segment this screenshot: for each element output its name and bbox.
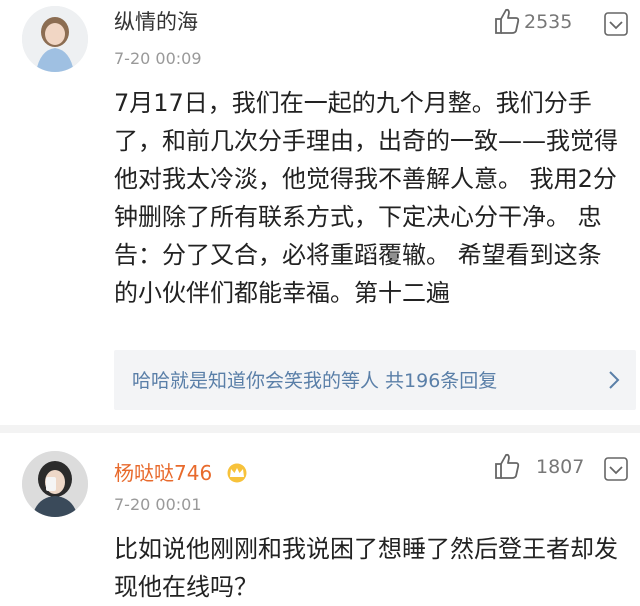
comment-divider [0, 425, 640, 433]
comment-item: 杨哒哒746 7-20 00:01 1807 比如说他刚刚和我说困了想睡了然后登… [0, 433, 640, 603]
dropdown-chevron-icon [604, 457, 628, 485]
avatar[interactable] [22, 6, 88, 72]
thumbs-up-icon [494, 7, 520, 39]
more-options-button[interactable] [604, 457, 628, 485]
dropdown-chevron-icon [604, 12, 628, 40]
chevron-right-icon [608, 370, 620, 394]
thumbs-up-icon [494, 452, 520, 484]
timestamp: 7-20 00:01 [114, 495, 202, 514]
comment-item: 纵情的海 7-20 00:09 2535 7月17日，我们在一起的九个月整。我们… [0, 0, 640, 425]
username-text: 杨哒哒746 [114, 461, 213, 485]
timestamp: 7-20 00:09 [114, 49, 202, 68]
comment-text: 7月17日，我们在一起的九个月整。我们分手了，和前几次分手理由，出奇的一致——我… [114, 89, 618, 307]
replies-link[interactable]: 哈哈就是知道你会笑我的等人 共196条回复 [132, 366, 497, 393]
avatar[interactable] [22, 451, 88, 517]
username[interactable]: 纵情的海 [114, 6, 198, 36]
crown-icon [225, 463, 249, 488]
like-count: 1807 [536, 456, 585, 478]
like-button[interactable] [494, 452, 536, 484]
like-count: 2535 [524, 11, 573, 33]
username[interactable]: 杨哒哒746 [114, 457, 249, 488]
replies-preview[interactable]: 哈哈就是知道你会笑我的等人 共196条回复 [114, 350, 636, 410]
more-options-button[interactable] [604, 12, 628, 40]
comment-text: 比如说他刚刚和我说困了想睡了然后登王者却发现他在线吗？ [114, 535, 618, 601]
